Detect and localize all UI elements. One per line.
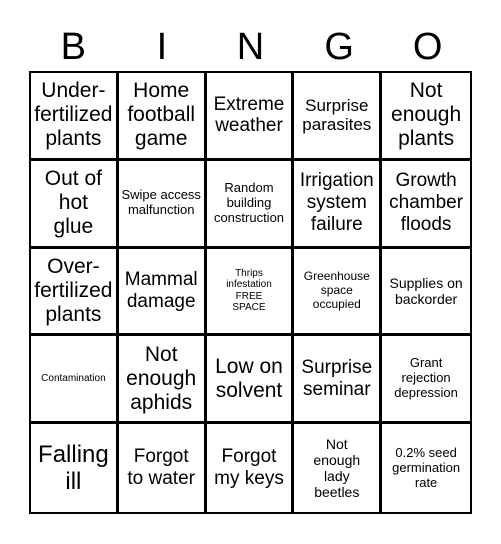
- bingo-cell[interactable]: Swipe access malfunction: [118, 160, 207, 249]
- bingo-header: B I N G O: [29, 22, 472, 72]
- bingo-cell[interactable]: Home football game: [118, 73, 207, 161]
- cell-text: Not enough plants: [391, 79, 462, 151]
- free-space-cell[interactable]: Thrips infestation FREE SPACE: [206, 248, 295, 337]
- bingo-cell[interactable]: Low on solvent: [206, 336, 295, 425]
- bingo-grid: Under-fertilized plants Home football ga…: [29, 71, 472, 514]
- header-letter-i: I: [156, 26, 168, 68]
- bingo-cell[interactable]: Random building construction: [206, 160, 295, 249]
- cell-text: Supplies on backorder: [389, 274, 463, 307]
- bingo-cell[interactable]: Surprise seminar: [294, 336, 383, 425]
- cell-text: Thrips infestation FREE SPACE: [226, 267, 272, 314]
- cell-text: Home football game: [127, 79, 196, 151]
- bingo-cell[interactable]: Out of hot glue: [31, 160, 119, 249]
- bingo-cell[interactable]: Grant rejection depression: [382, 336, 470, 425]
- header-letter-n: N: [236, 26, 265, 68]
- bingo-cell[interactable]: Mammal damage: [118, 248, 207, 337]
- bingo-cell[interactable]: Surprise parasites: [294, 73, 383, 161]
- cell-text: Surprise seminar: [301, 356, 373, 400]
- cell-text: Over-fertilized plants: [34, 254, 113, 327]
- cell-text: Forgot my keys: [214, 446, 284, 490]
- bingo-cell[interactable]: Forgot to water: [119, 424, 207, 512]
- cell-text: Falling ill: [38, 440, 109, 496]
- cell-text: Swipe access malfunction: [121, 187, 201, 218]
- bingo-cell[interactable]: Extreme weather: [206, 73, 295, 161]
- cell-text: Greenhouse space occupied: [303, 269, 370, 311]
- bingo-cell[interactable]: Not enough aphids: [118, 336, 207, 425]
- bingo-cell[interactable]: Over-fertilized plants: [31, 248, 119, 337]
- cell-text: Not enough lady beetles: [313, 435, 361, 501]
- header-letter-g: G: [324, 26, 354, 68]
- cell-text: Under-fertilized plants: [34, 79, 113, 151]
- cell-text: Surprise parasites: [302, 95, 372, 135]
- bingo-cell[interactable]: Contamination: [31, 336, 119, 425]
- bingo-cell[interactable]: Irrigation system failure: [294, 160, 383, 249]
- bingo-cell[interactable]: Not enough lady beetles: [294, 424, 383, 512]
- cell-text: Mammal damage: [124, 269, 198, 312]
- cell-text: Forgot to water: [127, 446, 195, 490]
- bingo-cell[interactable]: Under-fertilized plants: [31, 73, 119, 161]
- header-letter-b: B: [60, 26, 86, 68]
- bingo-cell[interactable]: Falling ill: [31, 424, 119, 512]
- cell-text: Grant rejection depression: [394, 355, 458, 401]
- cell-text: Growth chamber floods: [389, 170, 464, 236]
- header-letter-o: O: [412, 26, 443, 68]
- cell-text: Contamination: [41, 373, 106, 385]
- cell-text: Low on solvent: [215, 354, 283, 402]
- cell-text: Not enough aphids: [126, 342, 197, 414]
- bingo-cell[interactable]: Supplies on backorder: [382, 249, 470, 337]
- cell-text: Random building construction: [213, 179, 285, 225]
- bingo-cell[interactable]: Forgot my keys: [207, 424, 295, 512]
- bingo-cell[interactable]: 0.2% seed germination rate: [382, 424, 470, 512]
- bingo-cell[interactable]: Not enough plants: [382, 73, 470, 161]
- bingo-cell[interactable]: Greenhouse space occupied: [294, 248, 383, 337]
- bingo-cell[interactable]: Growth chamber floods: [382, 161, 470, 249]
- cell-text: Out of hot glue: [44, 166, 102, 239]
- cell-text: Irrigation system failure: [299, 170, 374, 236]
- cell-text: 0.2% seed germination rate: [392, 444, 461, 490]
- cell-text: Extreme weather: [213, 93, 285, 137]
